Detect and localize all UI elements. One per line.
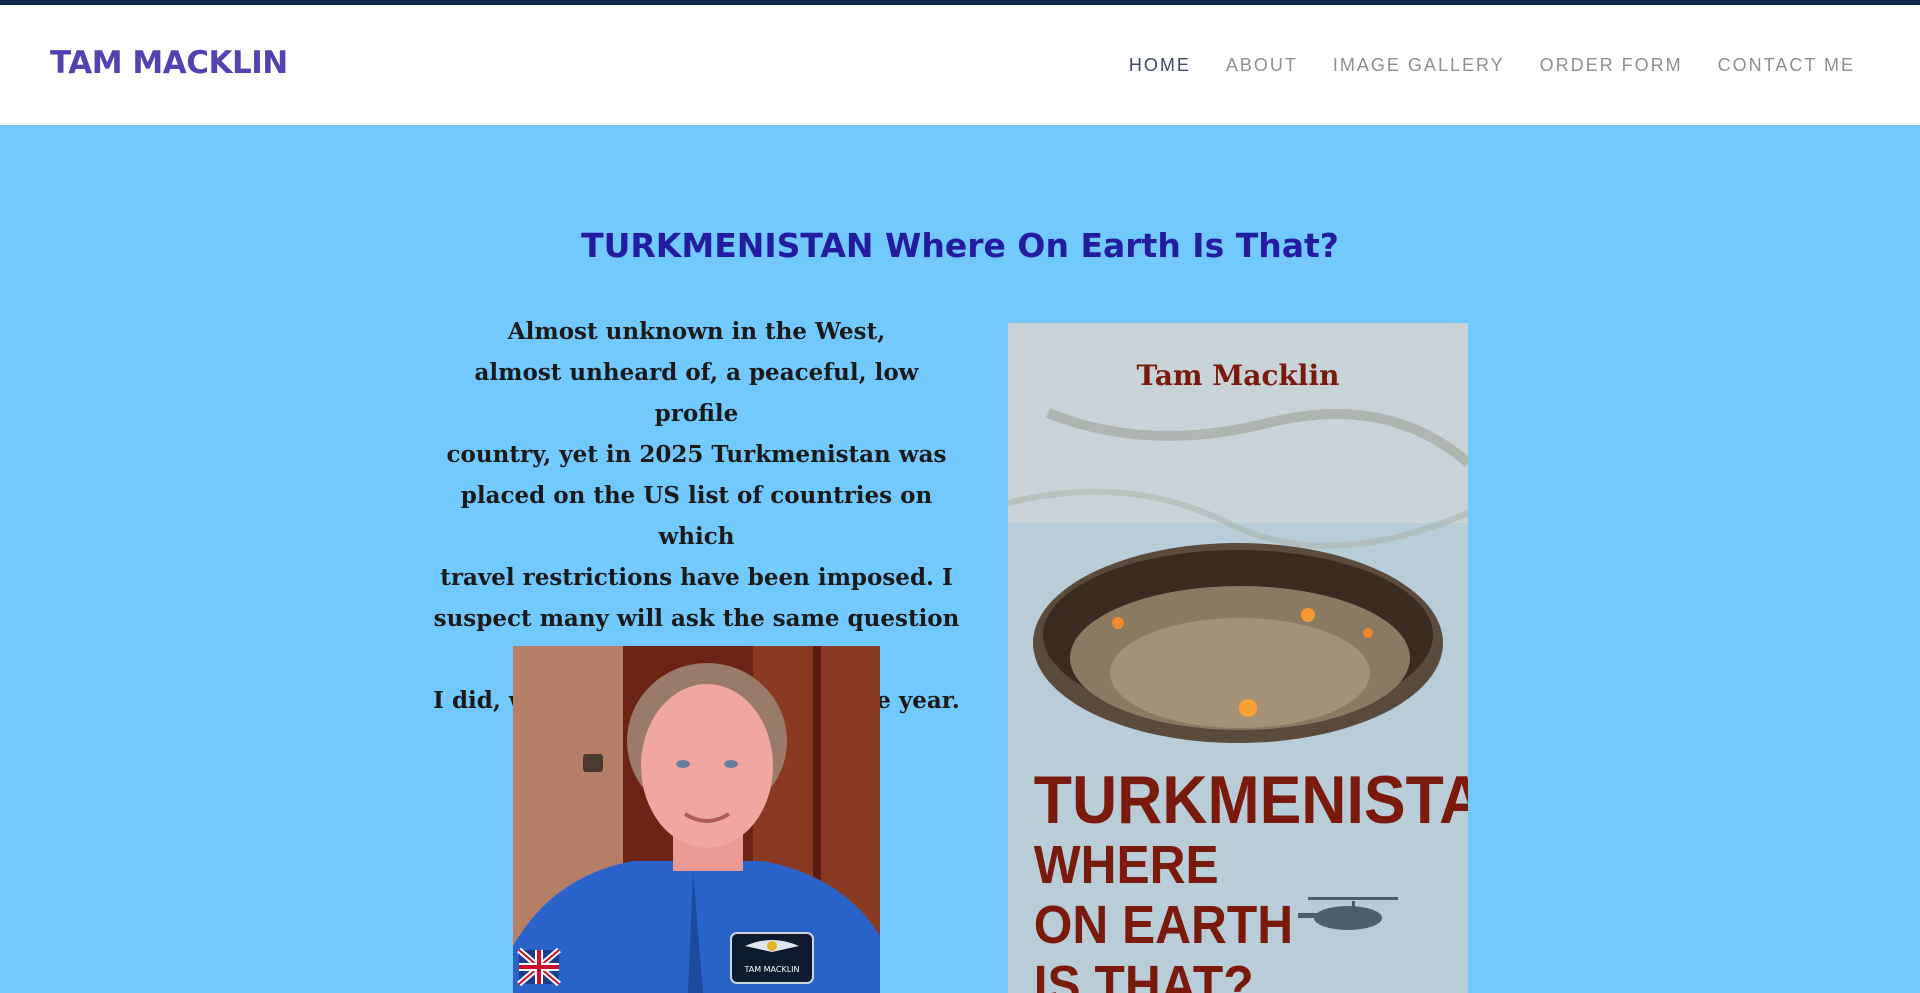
badge-text: TAM MACKLIN — [743, 965, 799, 974]
nav-order-form[interactable]: ORDER FORM — [1540, 55, 1683, 76]
page-title: TURKMENISTAN Where On Earth Is That? — [581, 226, 1339, 265]
nav-home[interactable]: HOME — [1129, 55, 1191, 76]
intro-line: almost unheard of, a peaceful, low profi… — [474, 359, 919, 427]
nav-about[interactable]: ABOUT — [1226, 55, 1298, 76]
cover-title-line: TURKMENISTAN, — [1034, 762, 1468, 838]
intro-line: travel restrictions have been imposed. I — [440, 564, 953, 591]
nav-contact-me[interactable]: CONTACT ME — [1718, 55, 1855, 76]
site-header: TAM MACKLIN HOME ABOUT IMAGE GALLERY ORD… — [0, 5, 1920, 125]
cover-title-line: WHERE — [1034, 834, 1219, 894]
site-logo[interactable]: TAM MACKLIN — [50, 45, 288, 81]
cover-author: Tam Macklin — [1137, 359, 1340, 392]
name-badge: TAM MACKLIN — [730, 932, 814, 984]
intro-line: Almost unknown in the West, — [507, 318, 886, 345]
cover-title-line: IS THAT? — [1034, 954, 1254, 993]
flag-patch-icon — [517, 947, 561, 987]
author-portrait: TAM MACKLIN — [513, 646, 880, 993]
intro-line: country, yet in 2025 Turkmenistan was — [446, 441, 947, 468]
nav-image-gallery[interactable]: IMAGE GALLERY — [1333, 55, 1505, 76]
cover-title-line: ON EARTH — [1034, 894, 1293, 954]
intro-line: placed on the US list of countries on wh… — [460, 482, 933, 550]
book-cover[interactable]: Tam Macklin TURKMENISTAN, WHERE ON EARTH… — [1008, 323, 1468, 993]
main-nav: HOME ABOUT IMAGE GALLERY ORDER FORM CONT… — [1129, 55, 1855, 76]
